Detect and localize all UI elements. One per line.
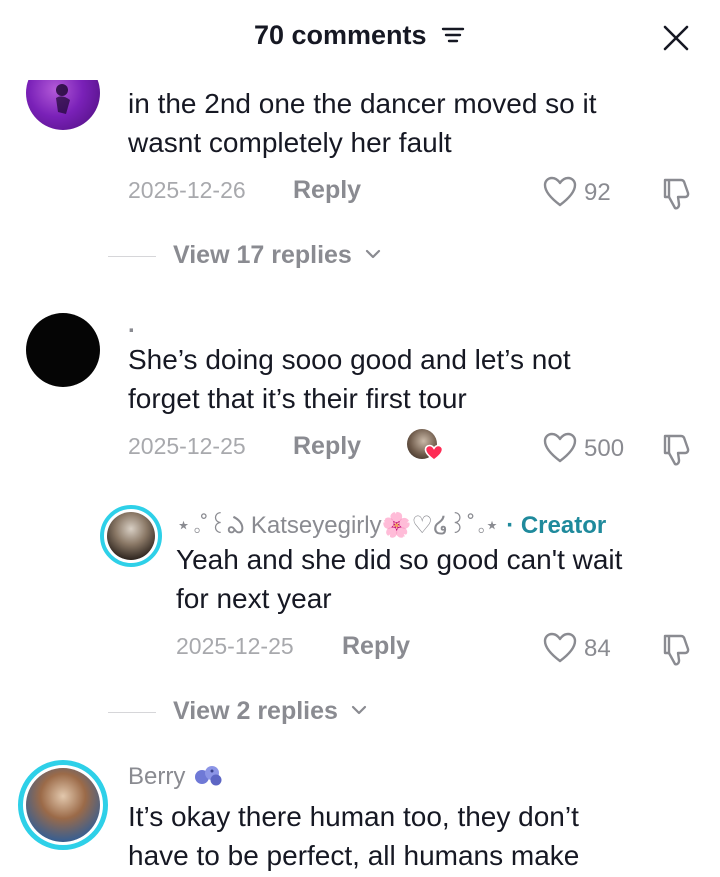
heart-icon[interactable] xyxy=(542,631,578,665)
creator-label: · Creator xyxy=(506,512,607,539)
heart-icon[interactable] xyxy=(542,175,578,209)
dislike-icon[interactable] xyxy=(657,432,693,468)
comment-text: It’s okay there human too, they don’t ha… xyxy=(128,801,580,871)
reply-button[interactable]: Reply xyxy=(293,176,361,205)
reply-username[interactable]: ⋆｡˚꒰ఎ Katseyegirly🌸♡໒꒱˚｡⋆ xyxy=(176,512,500,539)
filter-icon[interactable] xyxy=(440,24,466,46)
comments-header: 70 comments xyxy=(0,0,720,76)
divider-line xyxy=(108,256,156,257)
dislike-icon[interactable] xyxy=(657,632,693,668)
comment-username[interactable]: Berry xyxy=(128,763,185,790)
dislike-icon[interactable] xyxy=(657,176,693,212)
comment-username-row: Berry xyxy=(128,763,224,791)
avatar[interactable] xyxy=(18,760,108,850)
like-count: 92 xyxy=(584,179,611,206)
chevron-down-icon xyxy=(351,706,366,715)
berries-emoji-icon xyxy=(195,765,222,786)
like-count: 500 xyxy=(584,435,625,462)
like-count: 84 xyxy=(584,635,611,662)
creator-liked-badge xyxy=(407,429,444,463)
avatar[interactable] xyxy=(100,505,162,567)
comment-date: 2025-12-25 xyxy=(128,433,246,459)
heart-icon[interactable] xyxy=(542,431,578,465)
avatar[interactable] xyxy=(26,313,100,387)
view-replies-button[interactable]: View 2 replies xyxy=(108,695,508,729)
heart-badge-icon xyxy=(424,444,444,461)
comment-text: in the 2nd one the dancer moved so it wa… xyxy=(128,88,597,158)
avatar-photo xyxy=(107,512,155,560)
view-replies-label: View 2 replies xyxy=(173,697,338,725)
reply-button[interactable]: Reply xyxy=(293,432,361,461)
comment-date: 2025-12-26 xyxy=(128,177,246,203)
comment-username[interactable]: . xyxy=(128,311,135,339)
chevron-down-icon xyxy=(365,250,380,259)
comments-title-wrap[interactable]: 70 comments xyxy=(0,20,720,51)
close-icon[interactable] xyxy=(660,22,692,54)
reply-date: 2025-12-25 xyxy=(176,633,294,659)
avatar-photo xyxy=(26,768,100,842)
reply-button[interactable]: Reply xyxy=(342,632,410,661)
comments-count-title: 70 comments xyxy=(253,20,427,50)
view-replies-label: View 17 replies xyxy=(173,241,352,269)
divider-line xyxy=(108,712,156,713)
view-replies-button[interactable]: View 17 replies xyxy=(108,239,508,273)
comment-text: She’s doing sooo good and let’s not forg… xyxy=(128,344,571,414)
reply-text: Yeah and she did so good can't wait for … xyxy=(176,544,623,614)
